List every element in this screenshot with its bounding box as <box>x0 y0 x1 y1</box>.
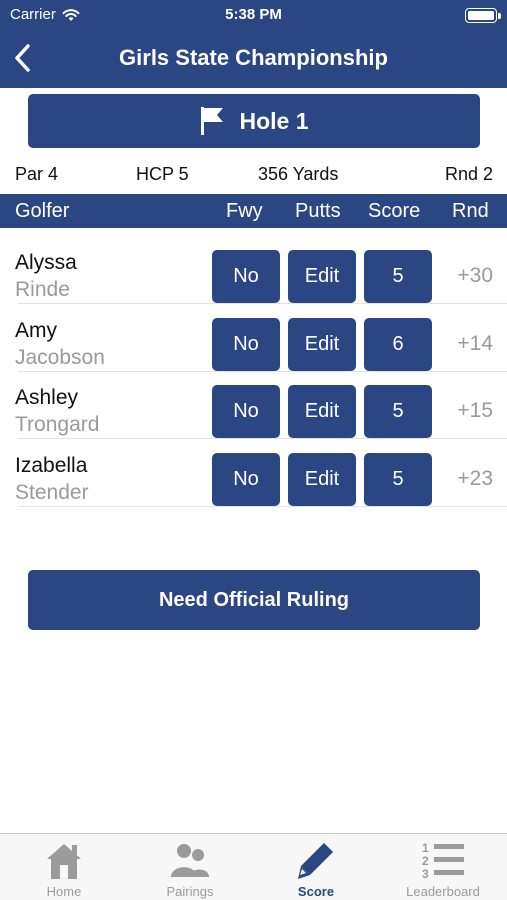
svg-text:2: 2 <box>422 854 429 868</box>
table-row: Izabella Stender No Edit 5 +23 <box>0 439 507 507</box>
header-fwy: Fwy <box>226 200 263 222</box>
tab-label: Home <box>46 884 82 899</box>
putts-edit-button[interactable]: Edit <box>288 453 356 506</box>
table-row: Alyssa Rinde No Edit 5 +30 <box>0 236 507 304</box>
app-header: Carrier 5:38 PM Girls State Championship <box>0 0 507 88</box>
tab-score[interactable]: Score <box>253 834 379 900</box>
par-value: Par 4 <box>15 164 59 184</box>
header-putts: Putts <box>295 200 341 222</box>
golfer-last-name: Jacobson <box>15 346 105 369</box>
svg-text:3: 3 <box>422 867 429 881</box>
round-total: +23 <box>457 467 493 490</box>
score-button[interactable]: 5 <box>364 250 432 303</box>
flag-icon <box>201 107 224 135</box>
need-official-ruling-button[interactable]: Need Official Ruling <box>28 570 480 630</box>
golfer-first-name: Alyssa <box>15 251 77 274</box>
tab-label: Pairings <box>166 884 214 899</box>
score-button[interactable]: 6 <box>364 318 432 371</box>
golfer-first-name: Ashley <box>15 386 79 409</box>
score-button[interactable]: 5 <box>364 453 432 506</box>
fwy-button[interactable]: No <box>212 318 280 371</box>
putts-edit-button[interactable]: Edit <box>288 385 356 438</box>
battery-icon <box>465 8 501 23</box>
golfer-last-name: Trongard <box>15 413 100 436</box>
svg-text:1: 1 <box>422 841 429 855</box>
hole-selector-button[interactable]: Hole 1 <box>28 94 480 148</box>
hole-info-row: Par 4 HCP 5 356 Yards Rnd 2 <box>0 162 507 188</box>
people-icon <box>171 844 209 877</box>
round-total: +14 <box>457 332 493 355</box>
nav-bar: Girls State Championship <box>0 30 507 88</box>
status-time: 5:38 PM <box>225 6 282 23</box>
table-header: Golfer Fwy Putts Score Rnd <box>0 194 507 228</box>
yards-value: 356 Yards <box>258 164 339 184</box>
table-row: Amy Jacobson No Edit 6 +14 <box>0 304 507 372</box>
golfer-last-name: Rinde <box>15 278 70 301</box>
putts-edit-button[interactable]: Edit <box>288 250 356 303</box>
status-bar: Carrier 5:38 PM <box>0 0 507 30</box>
round-value: Rnd 2 <box>444 164 493 184</box>
header-golfer: Golfer <box>15 200 70 222</box>
row-divider <box>18 506 507 507</box>
fwy-button[interactable]: No <box>212 250 280 303</box>
pencil-icon <box>298 843 333 879</box>
table-row: Ashley Trongard No Edit 5 +15 <box>0 371 507 439</box>
fwy-button[interactable]: No <box>212 385 280 438</box>
tab-label: Leaderboard <box>406 884 480 899</box>
tab-pairings[interactable]: Pairings <box>127 834 253 900</box>
header-rnd: Rnd <box>452 200 489 222</box>
golfer-last-name: Stender <box>15 481 89 504</box>
hole-label: Hole 1 <box>239 107 309 134</box>
home-icon <box>47 844 81 879</box>
header-score: Score <box>368 200 421 222</box>
tab-bar: Home Pairings Score 1 2 3 Leaderboard <box>0 833 507 900</box>
tab-leaderboard[interactable]: 1 2 3 Leaderboard <box>380 834 506 900</box>
score-button[interactable]: 5 <box>364 385 432 438</box>
golfer-first-name: Izabella <box>15 454 88 477</box>
fwy-button[interactable]: No <box>212 453 280 506</box>
numbered-list-icon: 1 2 3 <box>422 841 464 881</box>
hcp-value: HCP 5 <box>136 164 189 184</box>
tab-home[interactable]: Home <box>1 834 127 900</box>
round-total: +30 <box>457 264 493 287</box>
round-total: +15 <box>457 399 493 422</box>
page-title: Girls State Championship <box>119 45 388 70</box>
putts-edit-button[interactable]: Edit <box>288 318 356 371</box>
golfer-first-name: Amy <box>15 319 57 342</box>
tab-label: Score <box>297 884 335 899</box>
